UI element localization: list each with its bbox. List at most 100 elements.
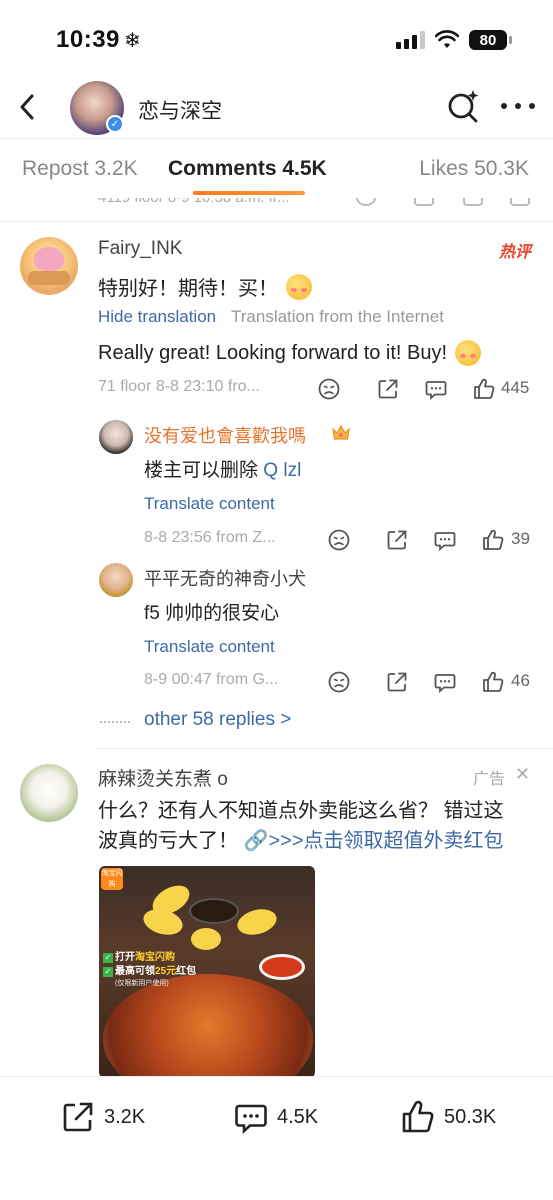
sauce-bowl [259, 954, 305, 980]
ad-image-line-2-suffix: 红包 [176, 966, 197, 977]
comment-icon [235, 1104, 267, 1134]
comment-username[interactable]: Fairy_INK [98, 238, 182, 260]
food-item [191, 928, 221, 950]
comment-icon[interactable] [463, 198, 483, 206]
ad-text-line-2-content: 波真的亏大了！ [98, 830, 238, 852]
divider [0, 221, 553, 222]
comments-count: 4.5K [277, 1105, 319, 1128]
reply-text-content: f5 帅帅的很安心 [144, 603, 280, 624]
share-icon[interactable] [376, 377, 400, 401]
ad-image-line-1: ✓ 打开淘宝闪购 [103, 948, 175, 963]
comment-meta: 71 floor 8-8 23:10 fro... [98, 378, 260, 395]
blush-emoji-icon [455, 340, 482, 366]
previous-comment-meta: 4119 floor 8-9 10:38 a.m. fr... [0, 198, 553, 216]
comment-text: 特别好！期待！买！ [98, 272, 312, 301]
comment-icon[interactable] [424, 377, 448, 401]
reply-meta-row: 8-9 00:47 from G... 46 [144, 670, 538, 694]
crown-badge-icon [332, 424, 350, 440]
share-icon[interactable] [414, 198, 434, 206]
translate-content-link[interactable]: Translate content [144, 494, 275, 514]
translated-text: Really great! Looking forward to it! Buy… [98, 340, 482, 366]
blush-emoji-icon [286, 273, 312, 300]
more-replies-link[interactable]: other 58 replies > [144, 709, 291, 731]
share-icon [63, 1102, 93, 1132]
comments-button[interactable]: 4.5K [233, 1097, 318, 1137]
translation-source: Translation from the Internet [231, 307, 444, 326]
reply-meta: 8-9 00:47 from G... [144, 671, 279, 688]
header: ✓ 恋与深空 [0, 78, 553, 138]
comment-icon[interactable] [433, 670, 457, 694]
reply-meta-row: 8-8 23:56 from Z... 39 [144, 528, 538, 552]
ad-image-note: (仅限新用户使用) [115, 980, 169, 987]
repost-button[interactable]: 3.2K [60, 1097, 145, 1137]
snowflake-icon: ❄ [124, 30, 141, 52]
comment-icon[interactable] [433, 528, 457, 552]
dislike-icon[interactable] [327, 670, 351, 694]
mention-link[interactable]: Q lzl [263, 460, 301, 481]
repost-count: 3.2K [104, 1105, 146, 1128]
status-bar: 10:39 ❄ 80 [0, 0, 553, 80]
food-item [234, 905, 280, 939]
reply-username[interactable]: 没有爱也會喜歡我嗎 [144, 422, 306, 448]
ad-text-line-1: 什么？还有人不知道点外卖能这么省？ 错过这 [98, 800, 504, 822]
bottom-action-bar: 3.2K 4.5K 50.3K [0, 1076, 553, 1200]
avatar[interactable] [20, 237, 78, 295]
ad-label: 广告 [472, 771, 505, 788]
food-plate [103, 974, 313, 1078]
dislike-icon[interactable] [327, 528, 351, 552]
hide-translation-link[interactable]: Hide translation [98, 307, 216, 327]
translated-text-content: Really great! Looking forward to it! Buy… [98, 341, 448, 364]
ad-image-line-2: ✓ 最高可领25元红包 [103, 962, 196, 977]
tab-repost[interactable]: Repost 3.2K [22, 157, 138, 181]
like-icon[interactable] [481, 670, 505, 694]
tab-comments[interactable]: Comments 4.5K [168, 157, 327, 181]
like-button[interactable]: 50.3K [400, 1097, 496, 1137]
share-icon[interactable] [385, 670, 409, 694]
status-time: 10:39 [56, 26, 120, 53]
translate-content-link[interactable]: Translate content [144, 637, 275, 657]
tab-bar: Repost 3.2K Comments 4.5K Likes 50.3K [0, 140, 553, 198]
ad-image-line-2-highlight: 25元 [155, 966, 177, 977]
avatar[interactable] [99, 563, 133, 597]
dislike-icon[interactable] [317, 377, 341, 401]
like-count: 445 [501, 378, 530, 397]
reply-text: 楼主可以删除 Q lzl [144, 455, 301, 482]
search-icon[interactable] [445, 88, 481, 124]
divider [98, 748, 553, 749]
status-right: 80 [396, 30, 512, 50]
more-options-icon[interactable] [501, 96, 535, 116]
tab-likes[interactable]: Likes 50.3K [419, 157, 529, 181]
reply-username[interactable]: 平平无奇的神奇小犬 [144, 565, 306, 591]
check-icon: ✓ [103, 967, 113, 977]
reply-text-content: 楼主可以删除 [144, 460, 259, 481]
comment-text-content: 特别好！期待！买！ [98, 278, 278, 300]
back-icon[interactable] [14, 90, 44, 124]
ad-link[interactable]: 🔗>>>点击领取超值外卖红包 [244, 830, 504, 852]
cellular-signal-icon [396, 31, 425, 49]
comment-meta-row: 71 floor 8-8 23:10 fro... 445 [98, 377, 538, 401]
food-item [140, 905, 186, 939]
page-title[interactable]: 恋与深空 [138, 95, 222, 125]
like-icon[interactable] [510, 198, 530, 206]
like-icon [402, 1100, 434, 1133]
like-count: 39 [511, 529, 530, 548]
like-icon[interactable] [481, 528, 505, 552]
dislike-icon[interactable] [356, 198, 376, 206]
ad-text-line-2: 波真的亏大了！ 🔗>>>点击领取超值外卖红包 [98, 824, 504, 853]
share-icon[interactable] [385, 528, 409, 552]
like-icon[interactable] [472, 377, 496, 401]
battery-level: 80 [479, 31, 497, 49]
verified-badge-icon: ✓ [106, 115, 124, 133]
reply-text: f5 帅帅的很安心 [144, 598, 279, 625]
ad-image[interactable]: 淘宝闪购 ✓ 打开淘宝闪购 ✓ 最高可领25元红包 (仅限新用户使用) [99, 866, 315, 1078]
ad-username[interactable]: 麻辣烫关东煮 o [98, 764, 228, 791]
food-pot [189, 898, 239, 924]
taobao-flash-badge: 淘宝闪购 [101, 868, 123, 890]
hot-comment-badge: 热评 [498, 244, 531, 261]
ad-image-line-2-prefix: 最高可领 [115, 966, 155, 977]
wifi-icon [435, 30, 459, 48]
avatar[interactable] [99, 420, 133, 454]
avatar[interactable] [20, 764, 78, 822]
active-tab-indicator [193, 191, 305, 195]
close-icon[interactable]: ✕ [515, 764, 533, 784]
